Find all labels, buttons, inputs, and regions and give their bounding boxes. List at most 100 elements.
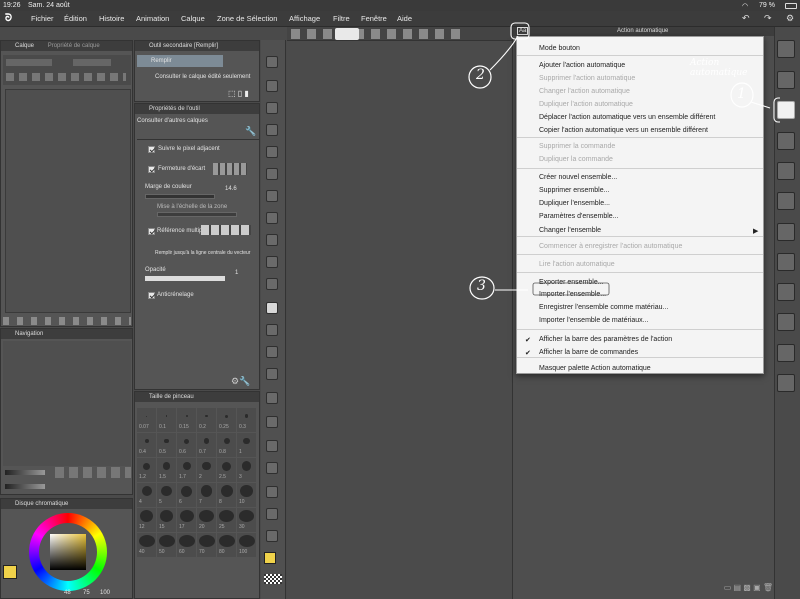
menu-item-22[interactable]: Masquer palette Action automatique xyxy=(539,365,651,372)
brush-size-cell[interactable]: 0.25 xyxy=(217,408,236,432)
follow-adjacent-checkbox[interactable] xyxy=(148,146,155,153)
brush-size-cell[interactable]: 0.15 xyxy=(177,408,196,432)
menu-fichier[interactable]: Fichier xyxy=(31,14,54,23)
brush-size-cell[interactable]: 2.5 xyxy=(217,458,236,482)
brush-size-cell[interactable]: 3 xyxy=(237,458,256,482)
brush-size-cell[interactable]: 25 xyxy=(217,508,236,532)
panel-icon-12[interactable] xyxy=(777,374,795,392)
airbrush-tool-icon[interactable] xyxy=(266,278,278,290)
hand-tool-icon[interactable] xyxy=(266,80,278,92)
layer-actions-row[interactable] xyxy=(6,73,126,81)
fg-color-swatch[interactable] xyxy=(264,552,276,564)
action-bottom-icons[interactable]: ▭ ▤ ▩ ▣ 🗑 xyxy=(517,583,773,593)
zoom-slider[interactable] xyxy=(5,470,45,475)
area-scaling-slider[interactable] xyxy=(157,212,237,217)
brush-size-cell[interactable]: 15 xyxy=(157,508,176,532)
figure-tool-icon[interactable] xyxy=(266,392,278,404)
subtool-remplir[interactable]: Remplir xyxy=(137,55,223,67)
gap-size-selector[interactable] xyxy=(213,163,247,175)
brush-size-cell[interactable]: 0.07 xyxy=(137,408,156,432)
multi-ref-options[interactable] xyxy=(201,225,251,235)
navigation-buttons[interactable] xyxy=(55,467,131,478)
subtool-consult-label[interactable]: Consulter le calque édité seulement xyxy=(155,74,250,80)
hue-ring[interactable] xyxy=(29,513,107,591)
layer-list[interactable] xyxy=(5,89,131,313)
brush-size-cell[interactable]: 6 xyxy=(177,483,196,507)
menu-edition[interactable]: Édition xyxy=(64,14,87,23)
opacity-slider[interactable] xyxy=(73,59,111,66)
lasso-tool-icon[interactable] xyxy=(266,146,278,158)
brush-size-cell[interactable]: 80 xyxy=(217,533,236,557)
brush-size-cell[interactable]: 0.5 xyxy=(157,433,176,457)
brush-tool-icon[interactable] xyxy=(266,256,278,268)
brush-size-cell[interactable]: 70 xyxy=(197,533,216,557)
antialias-checkbox[interactable] xyxy=(148,292,155,299)
menu-aide[interactable]: Aide xyxy=(397,14,412,23)
transparent-swatch[interactable] xyxy=(264,574,282,584)
close-gap-checkbox[interactable] xyxy=(148,166,155,173)
brush-size-cell[interactable]: 40 xyxy=(137,533,156,557)
menu-affichage[interactable]: Affichage xyxy=(289,14,320,23)
balloon-tool-icon[interactable] xyxy=(266,508,278,520)
panel-icon-11[interactable] xyxy=(777,344,795,362)
layer-tab[interactable]: Calque xyxy=(15,43,34,49)
brush-size-cell[interactable]: 0.2 xyxy=(197,408,216,432)
brush-size-cell[interactable]: 1.2 xyxy=(137,458,156,482)
rotate-slider[interactable] xyxy=(5,484,45,489)
pen-tool-icon[interactable] xyxy=(266,212,278,224)
reset-icon[interactable]: ⚙🔧 xyxy=(231,376,250,387)
menu-item-19[interactable]: Importer l'ensemble de matériaux... xyxy=(539,317,649,324)
brush-size-grid[interactable]: 0.07 0.1 0.15 0.2 0.25 0.3 0.4 0.5 0.6 0.7 0.8 1 1.2… xyxy=(137,408,259,558)
frame-tool-icon[interactable] xyxy=(266,440,278,452)
blend-tool-icon[interactable] xyxy=(266,368,278,380)
gradient-tool-icon[interactable] xyxy=(266,324,278,336)
brush-size-cell[interactable]: 20 xyxy=(197,508,216,532)
text-tool-icon[interactable] xyxy=(266,486,278,498)
menu-selection[interactable]: Zone de Sélection xyxy=(217,14,277,23)
layer-property-tab[interactable]: Propriété de calque xyxy=(48,43,100,49)
brush-size-cell[interactable]: 0.4 xyxy=(137,433,156,457)
brush-size-cell[interactable]: 1 xyxy=(237,433,256,457)
brush-size-cell[interactable]: 0.1 xyxy=(157,408,176,432)
correct-line-tool-icon[interactable] xyxy=(266,530,278,542)
brush-size-cell[interactable]: 8 xyxy=(217,483,236,507)
fill-tool-icon[interactable] xyxy=(266,302,278,314)
subtool-actions-icon[interactable]: ⬚ ▯ ▮ xyxy=(228,89,249,98)
brush-size-cell[interactable]: 0.8 xyxy=(217,433,236,457)
multi-ref-checkbox[interactable] xyxy=(148,228,155,235)
eyedropper-tool-icon[interactable] xyxy=(266,168,278,180)
menu-histoire[interactable]: Histoire xyxy=(99,14,124,23)
saturation-square[interactable] xyxy=(50,534,86,570)
pencil-tool-icon[interactable] xyxy=(266,234,278,246)
main-color-swatch[interactable] xyxy=(3,565,17,579)
color-margin-slider[interactable] xyxy=(145,194,215,199)
brush-size-cell[interactable]: 60 xyxy=(177,533,196,557)
layer-bottom-actions[interactable] xyxy=(3,317,131,325)
brush-size-cell[interactable]: 10 xyxy=(237,483,256,507)
brush-size-cell[interactable]: 30 xyxy=(237,508,256,532)
command-bar-icons[interactable] xyxy=(291,29,461,39)
brush-size-cell[interactable]: 4 xyxy=(137,483,156,507)
brush-size-cell[interactable]: 0.7 xyxy=(197,433,216,457)
snap-icon[interactable] xyxy=(335,28,359,40)
menu-filtre[interactable]: Filtre xyxy=(333,14,350,23)
brush-size-cell[interactable]: 50 xyxy=(157,533,176,557)
settings-icon[interactable]: ⚙ xyxy=(786,13,794,24)
select-tool-icon[interactable] xyxy=(266,124,278,136)
triangle-ruler-icon[interactable] xyxy=(266,462,278,474)
navigator-preview[interactable] xyxy=(3,341,131,466)
brush-size-cell[interactable]: 100 xyxy=(237,533,256,557)
eraser-tool-icon[interactable] xyxy=(266,346,278,358)
blend-mode-select[interactable] xyxy=(6,59,52,66)
menu-animation[interactable]: Animation xyxy=(136,14,169,23)
brush-size-cell[interactable]: 7 xyxy=(197,483,216,507)
menu-item-21[interactable]: Afficher la barre de commandes xyxy=(539,349,638,356)
brush-size-cell[interactable]: 0.6 xyxy=(177,433,196,457)
brush-size-cell[interactable]: 2 xyxy=(197,458,216,482)
menu-item-20[interactable]: Afficher la barre des paramètres de l'ac… xyxy=(539,336,672,343)
magic-wand-icon[interactable] xyxy=(266,190,278,202)
brush-size-cell[interactable]: 12 xyxy=(137,508,156,532)
panel-icon-10[interactable] xyxy=(777,313,795,331)
zoom-tool-icon[interactable] xyxy=(266,56,278,68)
move-tool-icon[interactable] xyxy=(266,102,278,114)
